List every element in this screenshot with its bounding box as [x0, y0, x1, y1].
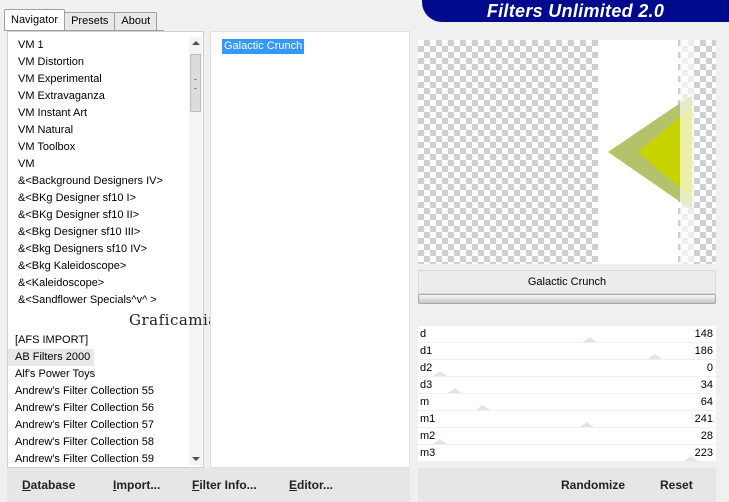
- param-row-m[interactable]: m 64: [418, 394, 716, 411]
- category-item[interactable]: Alf's Power Toys: [8, 366, 188, 383]
- category-item[interactable]: VM Toolbox: [8, 139, 188, 156]
- category-item[interactable]: &<Bkg Kaleidoscope>: [8, 258, 188, 275]
- param-row-m2[interactable]: m2 28: [418, 428, 716, 445]
- param-value: 148: [694, 328, 713, 340]
- slider-thumb[interactable]: [433, 371, 447, 376]
- category-row: Andrew's Filter Collection 56: [8, 400, 188, 417]
- category-list: VM 1 VM Distortion VM Experimental VM Extra…: [8, 37, 188, 467]
- slider-thumb[interactable]: [648, 354, 662, 359]
- param-row-d3[interactable]: d3 34: [418, 377, 716, 394]
- tab-presets[interactable]: Presets: [64, 12, 116, 30]
- slider-thumb[interactable]: [580, 422, 594, 427]
- tab-about[interactable]: About: [114, 12, 158, 30]
- category-row: Alf's Power Toys: [8, 366, 188, 383]
- category-item[interactable]: &<Bkg Designers sf10 IV>: [8, 241, 188, 258]
- category-item[interactable]: Andrew's Filter Collection 56: [8, 400, 188, 417]
- category-item[interactable]: [AFS IMPORT]: [8, 332, 188, 349]
- param-row-m3[interactable]: m3 223: [418, 445, 716, 462]
- preview-area: [418, 40, 716, 264]
- param-name: d3: [420, 379, 433, 391]
- slider-thumb[interactable]: [476, 405, 490, 410]
- category-item[interactable]: VM Experimental: [8, 71, 188, 88]
- app-banner: Filters Unlimited 2.0: [422, 0, 729, 22]
- param-value: 0: [706, 362, 713, 374]
- category-item[interactable]: VM Natural: [8, 122, 188, 139]
- filter-info-button[interactable]: Filter Info...: [192, 478, 257, 492]
- param-name: m: [420, 396, 430, 408]
- category-row: [AFS IMPORT]: [8, 332, 188, 349]
- param-row-d2[interactable]: d2 0: [418, 360, 716, 377]
- category-item[interactable]: &<BKg Designer sf10 I>: [8, 190, 188, 207]
- param-row-d[interactable]: d 148: [418, 326, 716, 343]
- category-item[interactable]: VM Distortion: [8, 54, 188, 71]
- param-name: d2: [420, 362, 433, 374]
- param-value: 28: [700, 430, 713, 442]
- preview-stripe: [680, 40, 694, 264]
- param-row-d1[interactable]: d1 186: [418, 343, 716, 360]
- category-item[interactable]: &<BKg Designer sf10 II>: [8, 207, 188, 224]
- filter-item-selected[interactable]: Galactic Crunch: [222, 39, 305, 54]
- param-value: 64: [700, 396, 713, 408]
- category-item[interactable]: VM Instant Art: [8, 105, 188, 122]
- param-name: m3: [420, 447, 436, 459]
- category-scrollbar[interactable]: [189, 37, 202, 465]
- category-item[interactable]: Andrew's Filter Collection 58: [8, 434, 188, 451]
- category-item[interactable]: VM 1: [8, 37, 188, 54]
- param-list: d 148 d1 186 d2 0 d3 34 m 64 m1 241 m2 28 m3 223: [418, 326, 716, 462]
- category-row: Andrew's Filter Collection 57: [8, 417, 188, 434]
- category-item[interactable]: &<Sandflower Specials^v^ >: [8, 292, 188, 309]
- category-item[interactable]: &<Bkg Designer sf10 III>: [8, 224, 188, 241]
- scroll-down-arrow-icon[interactable]: [192, 457, 200, 461]
- category-item[interactable]: Andrew's Filter Collection 57: [8, 417, 188, 434]
- param-name: m1: [420, 413, 436, 425]
- category-row: AB Filters 2000: [8, 349, 188, 366]
- database-button[interactable]: Database: [22, 478, 75, 492]
- category-item[interactable]: VM Extravaganza: [8, 88, 188, 105]
- bottom-toolbar-left: Database Import... Filter Info... Editor…: [7, 468, 410, 502]
- category-row: Andrew's Filter Collection 55: [8, 383, 188, 400]
- editor-button[interactable]: Editor...: [289, 478, 333, 492]
- bottom-toolbar-right: Randomize Reset: [418, 468, 716, 502]
- category-item[interactable]: &<Background Designers IV>: [8, 173, 188, 190]
- slider-thumb[interactable]: [583, 337, 597, 342]
- category-list-panel: VM 1 VM Distortion VM Experimental VM Extra…: [7, 31, 204, 468]
- category-item-selected[interactable]: AB Filters 2000: [8, 349, 95, 366]
- scroll-up-arrow-icon[interactable]: [192, 41, 200, 45]
- progress-bar: [418, 294, 716, 304]
- category-row: Andrew's Filter Collection 59: [8, 451, 188, 467]
- randomize-button[interactable]: Randomize: [561, 478, 625, 492]
- param-name: d1: [420, 345, 433, 357]
- watermark-text: Graficamia: [129, 311, 218, 329]
- import-button[interactable]: Import...: [113, 478, 160, 492]
- param-name: d: [420, 328, 427, 340]
- param-value: 241: [694, 413, 713, 425]
- param-value: 34: [700, 379, 713, 391]
- param-row-m1[interactable]: m1 241: [418, 411, 716, 428]
- filter-title-bar: Galactic Crunch: [418, 270, 716, 294]
- scroll-thumb[interactable]: [190, 54, 201, 112]
- slider-thumb[interactable]: [448, 388, 462, 393]
- tab-navigator[interactable]: Navigator: [4, 9, 66, 30]
- filter-list-panel: Galactic Crunch: [210, 31, 410, 468]
- category-item[interactable]: &<Kaleidoscope>: [8, 275, 188, 292]
- reset-button[interactable]: Reset: [660, 478, 693, 492]
- param-value: 223: [694, 447, 713, 459]
- category-item[interactable]: Andrew's Filter Collection 59: [8, 451, 188, 467]
- tab-strip: Navigator Presets About: [4, 9, 158, 30]
- category-item[interactable]: VM: [8, 156, 188, 173]
- category-row: Andrew's Filter Collection 58: [8, 434, 188, 451]
- param-name: m2: [420, 430, 436, 442]
- category-item[interactable]: Andrew's Filter Collection 55: [8, 383, 188, 400]
- param-value: 186: [694, 345, 713, 357]
